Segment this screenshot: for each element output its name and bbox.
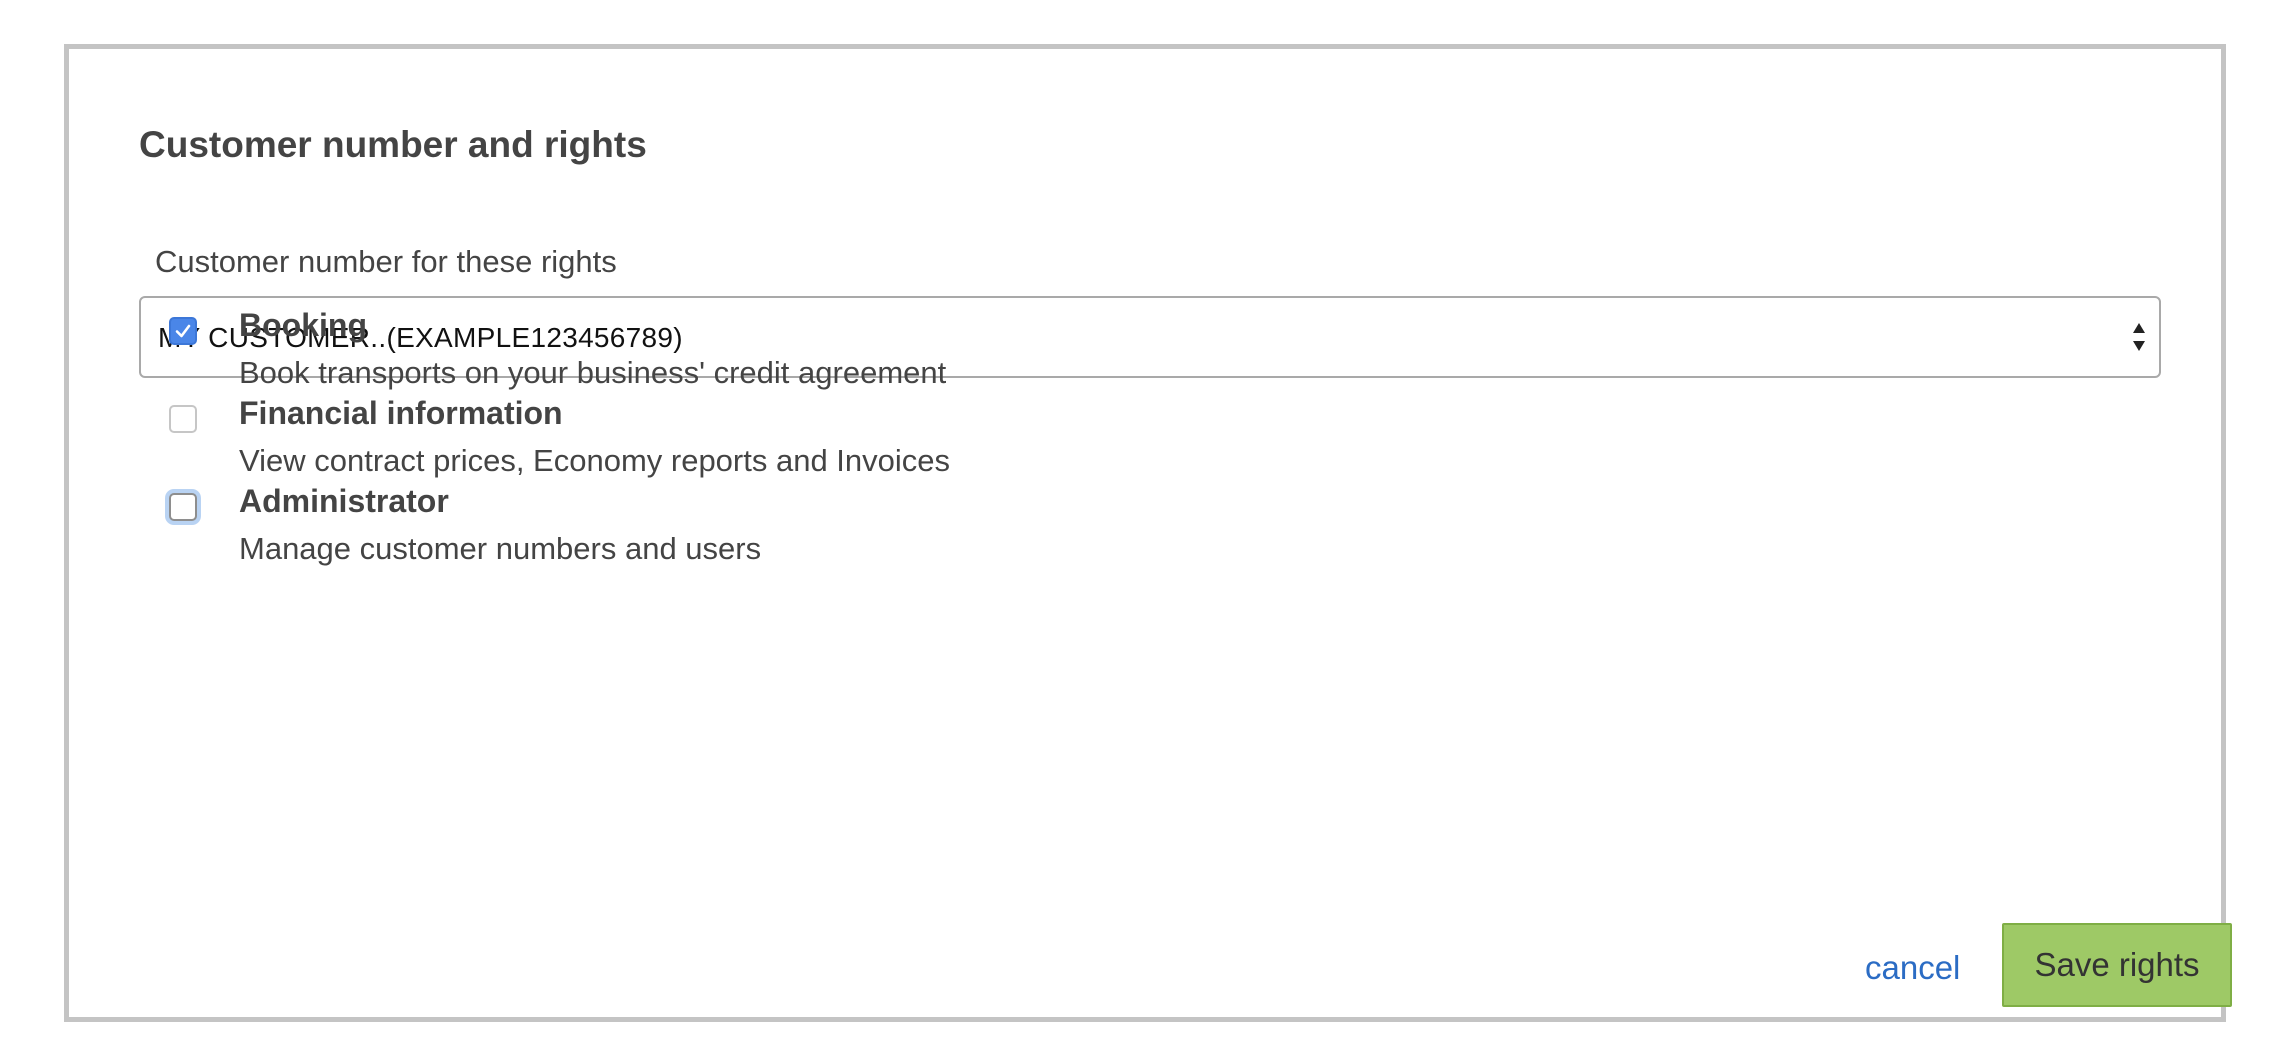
booking-title: Booking <box>239 307 367 343</box>
right-option-booking: Booking Book transports on your business… <box>169 307 2069 407</box>
administrator-checkbox[interactable] <box>169 493 197 521</box>
cancel-link[interactable]: cancel <box>1865 949 1960 987</box>
financial-information-checkbox[interactable] <box>169 405 197 433</box>
select-arrows-icon <box>2131 320 2147 354</box>
booking-description: Book transports on your business' credit… <box>239 355 947 390</box>
save-rights-button[interactable]: Save rights <box>2002 923 2232 1007</box>
administrator-title: Administrator <box>239 483 449 519</box>
customer-number-label: Customer number for these rights <box>155 244 617 279</box>
dialog-title: Customer number and rights <box>139 124 647 165</box>
booking-checkbox[interactable] <box>169 317 197 345</box>
checkmark-icon <box>175 324 191 338</box>
financial-information-description: View contract prices, Economy reports an… <box>239 443 951 478</box>
right-option-administrator: Administrator Manage customer numbers an… <box>169 483 2069 583</box>
right-option-financial-information: Financial information View contract pric… <box>169 395 2069 495</box>
administrator-description: Manage customer numbers and users <box>239 531 762 566</box>
customer-rights-dialog: Customer number and rights Customer numb… <box>64 44 2232 1022</box>
financial-information-title: Financial information <box>239 395 563 431</box>
